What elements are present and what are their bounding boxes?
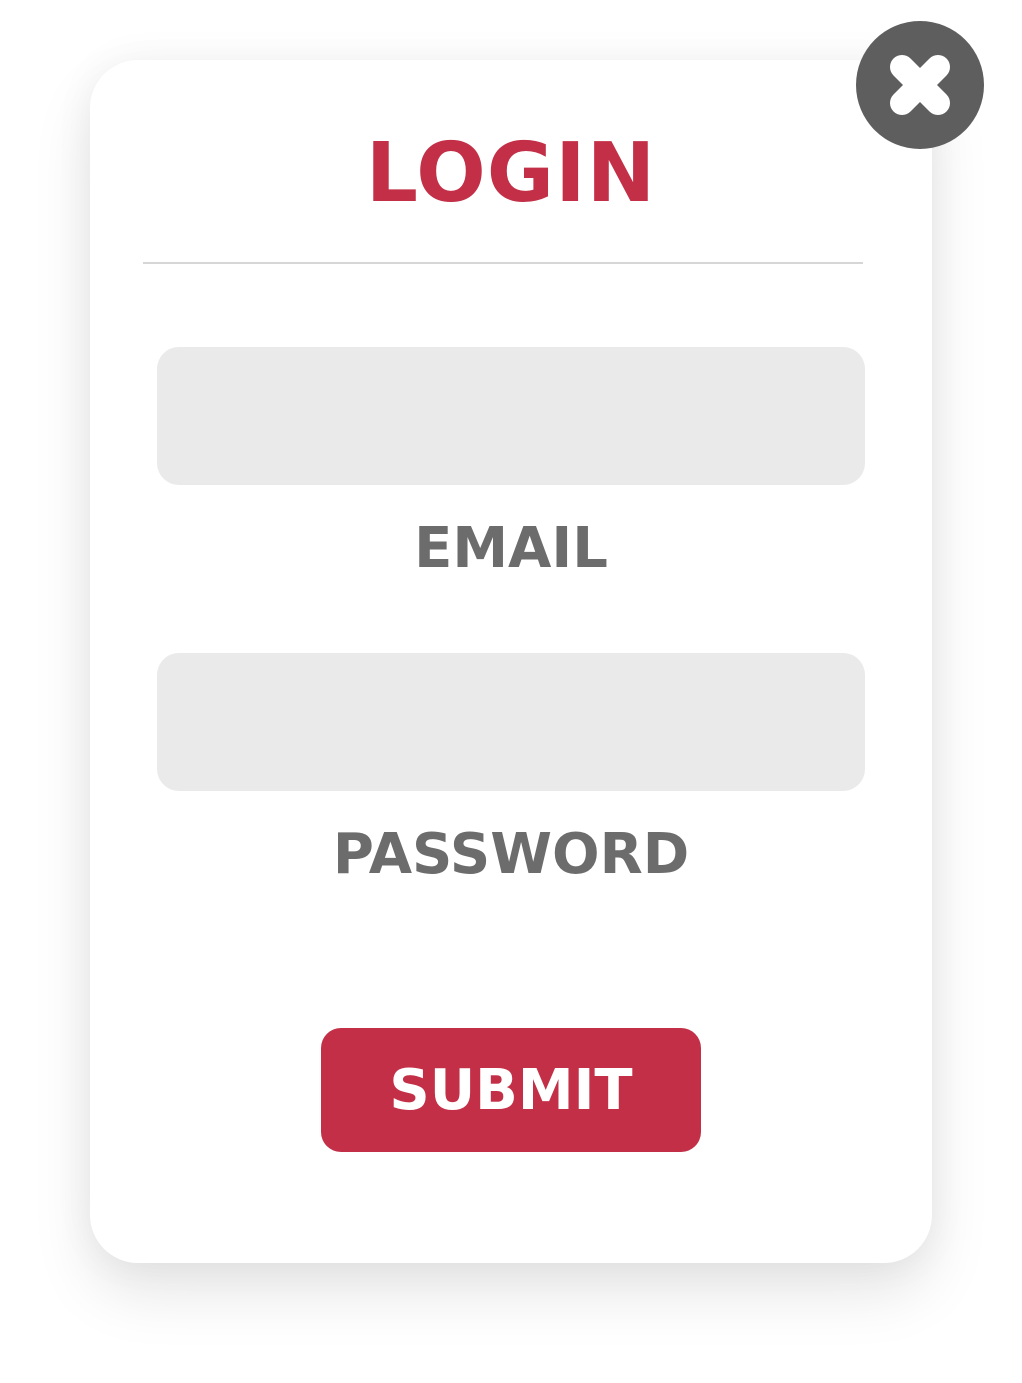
submit-button[interactable]: SUBMIT	[321, 1028, 701, 1152]
close-icon	[890, 55, 950, 115]
close-button[interactable]	[856, 21, 984, 149]
password-label: PASSWORD	[332, 822, 690, 887]
divider	[143, 262, 863, 264]
email-label: EMAIL	[414, 516, 608, 581]
email-input[interactable]	[157, 347, 865, 485]
password-input[interactable]	[157, 653, 865, 791]
